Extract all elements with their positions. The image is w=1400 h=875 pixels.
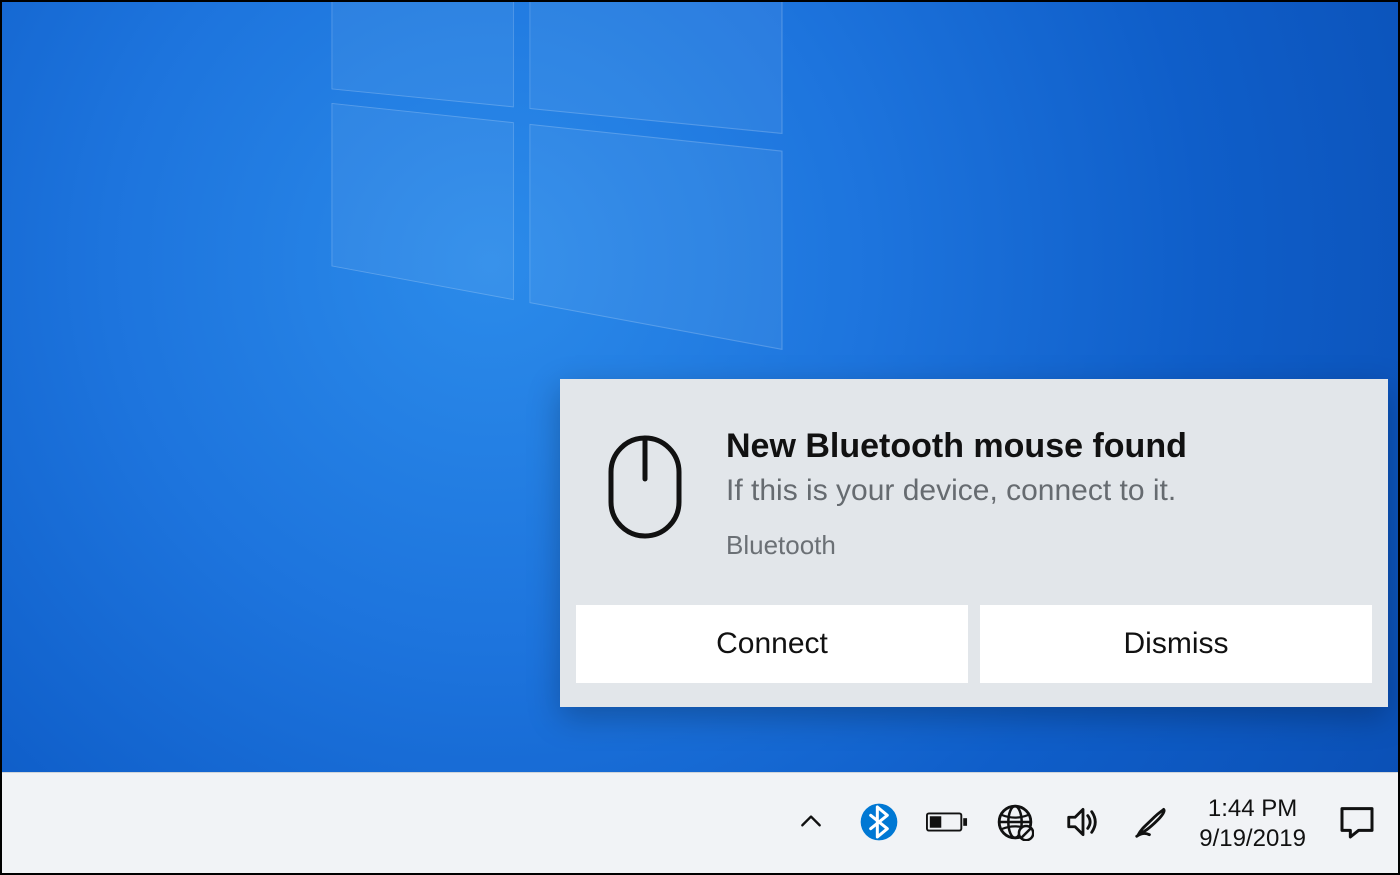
tray-network-button[interactable] (983, 803, 1047, 846)
tray-volume-button[interactable] (1051, 803, 1115, 846)
taskbar-clock[interactable]: 1:44 PM 9/19/2019 (1183, 773, 1322, 875)
taskbar: 1:44 PM 9/19/2019 (0, 772, 1400, 875)
chevron-up-icon (798, 809, 824, 840)
battery-icon (926, 809, 968, 840)
dismiss-button[interactable]: Dismiss (980, 605, 1372, 683)
notification-center-icon (1337, 802, 1377, 847)
desktop-wallpaper: New Bluetooth mouse found If this is you… (0, 0, 1400, 875)
action-center-button[interactable] (1322, 773, 1392, 875)
clock-date: 9/19/2019 (1199, 824, 1306, 854)
system-tray (779, 802, 1183, 847)
notification-toast[interactable]: New Bluetooth mouse found If this is you… (560, 379, 1388, 707)
volume-icon (1064, 803, 1102, 846)
notification-title: New Bluetooth mouse found (726, 427, 1187, 466)
tray-pen-button[interactable] (1119, 803, 1183, 846)
pen-icon (1132, 803, 1170, 846)
connect-button[interactable]: Connect (576, 605, 968, 683)
notification-source: Bluetooth (726, 530, 1187, 561)
notification-subtitle: If this is your device, connect to it. (726, 474, 1187, 508)
tray-bluetooth-button[interactable] (847, 802, 911, 847)
tray-battery-button[interactable] (915, 809, 979, 840)
bluetooth-icon (859, 802, 899, 847)
windows-logo-wallpaper (332, 0, 796, 358)
globe-network-icon (996, 803, 1034, 846)
tray-overflow-button[interactable] (779, 809, 843, 840)
mouse-icon (606, 433, 684, 546)
clock-time: 1:44 PM (1208, 794, 1297, 824)
